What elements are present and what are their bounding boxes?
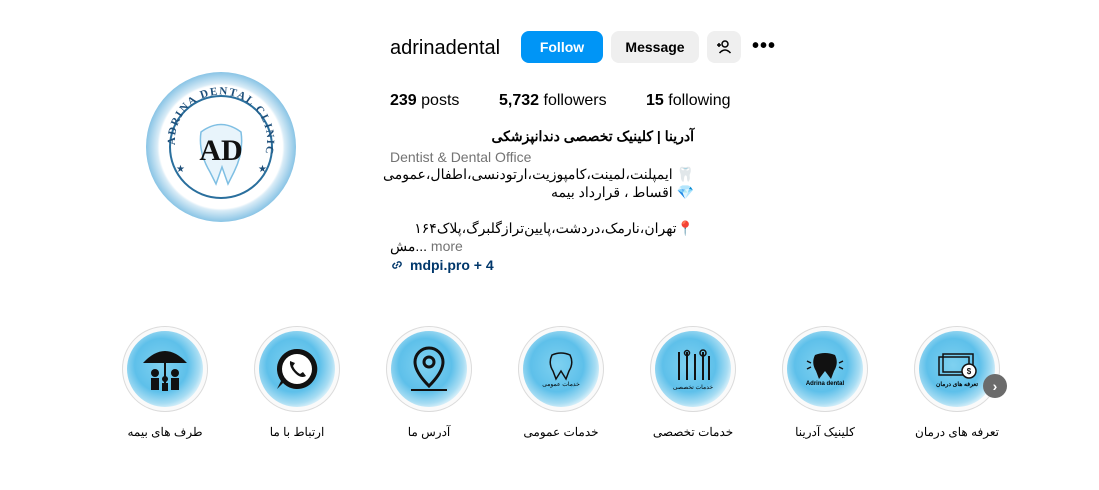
highlight-insurance[interactable] [122, 326, 208, 412]
posts-stat[interactable]: 239 posts [390, 92, 459, 110]
bio-category: Dentist & Dental Office [390, 149, 532, 165]
profile-avatar[interactable]: ADRINA DENTAL CLINIC AD ★ ★ [146, 72, 296, 222]
profile-username: adrinadental [390, 37, 501, 59]
location-pin-icon [411, 346, 447, 391]
following-stat[interactable]: 15 following [646, 92, 731, 110]
highlight-contact[interactable] [254, 326, 340, 412]
bio-line-truncated: مش... more [390, 238, 720, 255]
svg-text:$: $ [967, 367, 972, 376]
following-count: 15 [646, 92, 664, 109]
highlight-specialized-services[interactable]: خدمات تخصصی [650, 326, 736, 412]
highlight-label-specialized: خدمات تخصصی [652, 425, 734, 439]
bio-more-link[interactable]: more [431, 238, 463, 254]
highlight-label-insurance: طرف های بیمه [127, 425, 203, 439]
dental-tools-icon [678, 348, 710, 380]
followers-label: followers [543, 92, 607, 109]
highlight-caption-general: خدمات عمومی [542, 381, 580, 388]
chevron-right-icon: › [992, 378, 998, 394]
followers-stat[interactable]: 5,732 followers [499, 92, 607, 110]
following-label: following [668, 92, 731, 109]
highlight-clinic[interactable]: Adrina dental [782, 326, 868, 412]
highlight-label-contact: ارتباط با ما [269, 425, 325, 439]
svg-text:★: ★ [176, 164, 185, 175]
highlight-caption-specialized: خدمات تخصصی [672, 384, 714, 391]
more-options-icon[interactable]: ••• [752, 36, 776, 56]
followers-count: 5,732 [499, 92, 540, 109]
add-user-button[interactable] [707, 31, 741, 63]
bio-truncated-text: مش... [390, 238, 428, 254]
bio-line-services: 🦷 ایمپلنت،لمینت،کامپوزیت،ارتودنسی،اطفال،… [383, 166, 694, 182]
clinic-logo: ADRINA DENTAL CLINIC AD ★ ★ [166, 85, 275, 199]
highlight-caption-pricing: تعرفه های درمان [936, 381, 978, 388]
highlight-address[interactable] [386, 326, 472, 412]
umbrella-family-icon [143, 351, 187, 391]
link-icon [392, 261, 402, 269]
follow-button[interactable]: Follow [521, 31, 603, 63]
highlight-label-clinic: کلینیک آدرینا [795, 425, 855, 439]
highlight-caption-clinic: Adrina dental [805, 381, 845, 387]
svg-text:★: ★ [258, 164, 267, 175]
posts-label: posts [421, 92, 460, 109]
message-button[interactable]: Message [611, 31, 699, 63]
highlight-label-address: آدرس ما [407, 425, 451, 439]
posts-count: 239 [390, 92, 417, 109]
bio-line-payment: 💎 اقساط ، قرارداد بیمه [551, 184, 694, 200]
money-icon: $ [938, 352, 977, 379]
highlight-general-services[interactable]: خدمات عمومی [518, 326, 604, 412]
person-add-icon [717, 40, 732, 54]
highlights-next-button[interactable]: › [983, 374, 1007, 398]
bio-link[interactable]: mdpi.pro + 4 [390, 257, 494, 273]
tooth-icon [806, 353, 844, 379]
highlight-label-pricing: تعرفه های درمان [915, 425, 999, 439]
tooth-icon [549, 351, 573, 381]
whatsapp-icon [277, 348, 318, 389]
bio-name: آدرینا | کلینیک تخصصی دندانپزشکی [491, 128, 694, 144]
bio-link-text: mdpi.pro + 4 [410, 257, 494, 273]
highlight-label-general: خدمات عمومی [523, 425, 599, 439]
svg-text:AD: AD [199, 134, 242, 167]
highlight-pricing[interactable]: $ تعرفه های درمان [914, 326, 1000, 412]
bio-line-address: 📍تهران،نارمک،دردشت،پایین‌ترازگلبرگ،پلاک۱… [414, 220, 694, 236]
